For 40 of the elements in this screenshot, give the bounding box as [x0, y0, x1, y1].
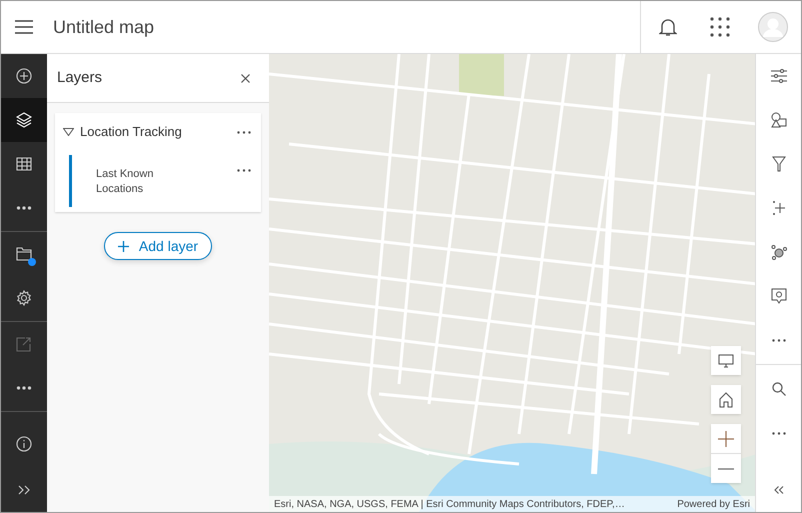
monitor-icon	[718, 354, 734, 368]
powered-by-link[interactable]: Powered by Esri	[677, 496, 750, 512]
more-icon	[772, 432, 786, 434]
share-icon	[16, 336, 32, 352]
monitor-button[interactable]	[711, 346, 741, 375]
add-layer-button[interactable]: Add layer	[104, 232, 212, 260]
shapes-icon	[770, 112, 786, 128]
double-chevron-left-icon	[774, 486, 784, 494]
more-icon[interactable]	[237, 130, 251, 134]
filter-icon	[772, 156, 786, 172]
caret-icon[interactable]	[63, 128, 74, 136]
panel-title: Layers	[57, 68, 102, 88]
table-icon	[16, 156, 32, 172]
sliders-icon	[770, 69, 786, 83]
add-icon	[16, 68, 32, 84]
home-button[interactable]	[711, 385, 741, 414]
layer-title[interactable]: Last Known Locations	[96, 167, 171, 197]
layers-button[interactable]	[1, 98, 47, 142]
folder-icon	[16, 246, 32, 262]
more-icon[interactable]	[237, 169, 251, 172]
home-icon	[719, 392, 733, 408]
bell-icon	[659, 17, 677, 37]
plus-icon	[718, 430, 734, 446]
plus-icon	[118, 240, 129, 252]
app-grid-icon	[710, 17, 730, 37]
avatar-icon	[758, 12, 788, 42]
minus-icon	[718, 468, 734, 470]
more-icon	[772, 338, 786, 342]
attribution-text: Esri, NASA, NGA, USGS, FEMA | Esri Community Maps Contributors, FDEP,…	[274, 498, 625, 512]
map-title: Untitled map	[53, 16, 154, 39]
gear-icon	[16, 290, 32, 306]
search-icon	[772, 382, 786, 396]
info-icon	[16, 436, 32, 452]
menu-icon	[15, 20, 33, 34]
close-icon	[240, 74, 250, 82]
layer-group-title[interactable]: Location Tracking	[80, 122, 237, 142]
cluster-icon	[770, 244, 786, 260]
layers-icon	[16, 112, 32, 128]
sparkle-icon	[770, 200, 786, 216]
popup-icon	[770, 288, 786, 304]
